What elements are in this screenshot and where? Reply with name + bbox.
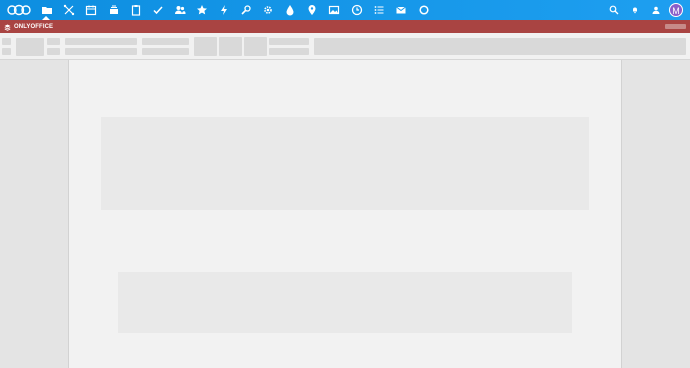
toolbar-placeholder: [269, 48, 309, 55]
calendar-icon[interactable]: [85, 4, 97, 16]
toolbar-placeholder: [142, 38, 189, 45]
toolbar-placeholder: [65, 38, 137, 45]
toolbar-placeholder: [314, 38, 686, 55]
search-icon[interactable]: [608, 4, 620, 16]
document-page[interactable]: [68, 60, 622, 368]
check-icon[interactable]: [152, 4, 164, 16]
star-icon[interactable]: [196, 4, 208, 16]
content-placeholder: [118, 272, 572, 333]
toolbar-placeholder: [244, 37, 267, 56]
nextcloud-logo-icon[interactable]: [6, 4, 32, 16]
onlyoffice-brand-text: ONLYOFFICE: [14, 24, 54, 30]
deck-icon[interactable]: [108, 4, 120, 16]
user-avatar[interactable]: M: [669, 3, 683, 17]
toolbar-placeholder: [2, 48, 11, 55]
circle-icon[interactable]: [418, 4, 430, 16]
toolbar-placeholder: [65, 48, 137, 55]
left-margin-area: [0, 60, 68, 368]
toolbar-placeholder: [142, 48, 189, 55]
toolbar-placeholder: [269, 38, 309, 45]
contacts-icon[interactable]: [174, 4, 186, 16]
cog-icon[interactable]: [262, 4, 274, 16]
top-navigation-bar: [0, 0, 690, 20]
contacts-menu-icon[interactable]: [650, 4, 662, 16]
clock-icon[interactable]: [351, 4, 363, 16]
drop-icon[interactable]: [284, 4, 296, 16]
header-action-placeholder[interactable]: [665, 24, 686, 29]
mail-icon[interactable]: [395, 4, 407, 16]
wrench-icon[interactable]: [240, 4, 252, 16]
flow-icon[interactable]: [63, 4, 75, 16]
map-pin-icon[interactable]: [306, 4, 318, 16]
toolbar-placeholder: [47, 38, 60, 45]
toolbar-placeholder: [2, 38, 11, 45]
toolbar-placeholder: [16, 38, 44, 56]
onlyoffice-logo: ONLYOFFICE: [4, 23, 53, 31]
folder-icon[interactable]: [41, 4, 53, 16]
list-icon[interactable]: [373, 4, 385, 16]
image-icon[interactable]: [328, 4, 340, 16]
toolbar-placeholder: [219, 37, 242, 56]
onlyoffice-header-bar: [0, 20, 690, 33]
clipboard-icon[interactable]: [130, 4, 142, 16]
toolbar-placeholder: [47, 48, 60, 55]
notifications-icon[interactable]: [629, 4, 641, 16]
lightning-icon[interactable]: [218, 4, 230, 16]
editor-toolbar: [0, 33, 690, 60]
toolbar-placeholder: [194, 37, 217, 56]
content-placeholder: [101, 117, 589, 210]
onlyoffice-layers-icon: [4, 24, 11, 31]
